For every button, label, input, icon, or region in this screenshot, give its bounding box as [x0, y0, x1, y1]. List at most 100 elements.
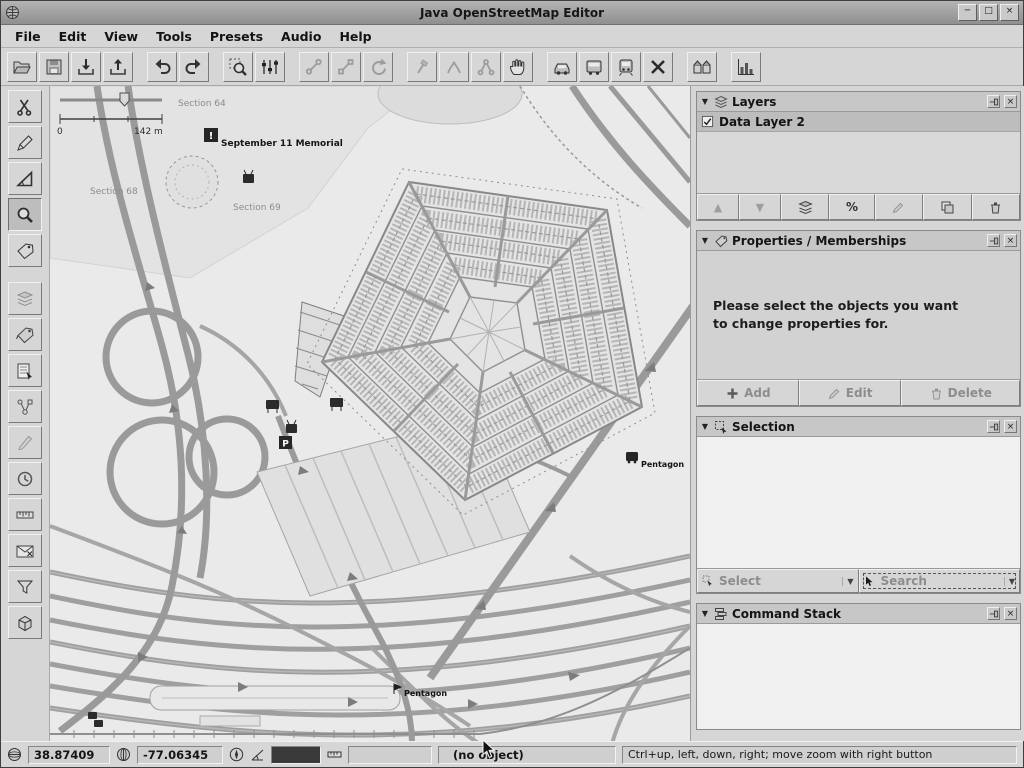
preferences-button[interactable] — [255, 52, 285, 82]
sticky-icon[interactable] — [987, 607, 1000, 620]
unglue-node-icon[interactable] — [299, 52, 329, 82]
distance-field — [348, 746, 432, 764]
longitude-field: -77.06345 — [137, 746, 223, 764]
layer-row[interactable]: Data Layer 2 — [697, 112, 1020, 132]
menu-bar: File Edit View Tools Presets Audio Help — [1, 25, 1023, 48]
sticky-icon[interactable] — [987, 234, 1000, 247]
menu-tools[interactable]: Tools — [148, 27, 200, 46]
redo-button[interactable] — [179, 52, 209, 82]
undo-button[interactable] — [147, 52, 177, 82]
zoom-tool-button[interactable] — [8, 198, 42, 231]
filter-dialog-button[interactable] — [8, 570, 42, 603]
duplicate-layer-button[interactable] — [923, 194, 971, 220]
search-dropdown-arrow[interactable]: ▼ — [1004, 577, 1015, 586]
menu-view[interactable]: View — [96, 27, 146, 46]
upload-data-button[interactable] — [103, 52, 133, 82]
selection-panel-header: ▼ Selection × — [697, 417, 1020, 437]
refresh-icon[interactable] — [363, 52, 393, 82]
add-button[interactable]: Add — [697, 380, 799, 406]
merge-layer-button[interactable] — [781, 194, 829, 220]
parking-marker: P — [279, 436, 292, 450]
collapse-icon[interactable]: ▼ — [700, 609, 710, 618]
edit-button[interactable]: Edit — [799, 380, 901, 406]
collapse-icon[interactable]: ▼ — [700, 97, 710, 106]
history-dialog-button[interactable] — [8, 462, 42, 495]
close-icon[interactable]: × — [1004, 234, 1017, 247]
draw-node-tool-button[interactable] — [8, 126, 42, 159]
measure-tool-button[interactable] — [8, 162, 42, 195]
selection-list[interactable] — [697, 437, 1020, 568]
minimize-button[interactable]: ─ — [958, 4, 977, 21]
split-way-icon[interactable] — [407, 52, 437, 82]
memorial-label: September 11 Memorial — [221, 139, 343, 149]
layer-down-button[interactable]: ▼ — [739, 194, 781, 220]
selection-panel: ▼ Selection × Select ▼ Search — [696, 416, 1021, 594]
command-stack-list[interactable] — [697, 624, 1020, 729]
rename-layer-button[interactable] — [875, 194, 923, 220]
histogram-tool-button[interactable] — [731, 52, 761, 82]
latitude-icon — [7, 747, 22, 762]
train-preset-button[interactable] — [611, 52, 641, 82]
selection-icon — [714, 420, 728, 434]
properties-panel-header: ▼ Properties / Memberships × — [697, 231, 1020, 251]
close-icon[interactable]: × — [1004, 420, 1017, 433]
properties-empty-message: Please select the objects you want to ch… — [713, 297, 975, 333]
delete-button[interactable]: Delete — [901, 380, 1020, 406]
pentagon-station-label: Pentagon — [404, 689, 447, 698]
select-dropdown-arrow[interactable]: ▼ — [842, 577, 853, 586]
menu-file[interactable]: File — [7, 27, 49, 46]
command-stack-header: ▼ Command Stack × — [697, 604, 1020, 624]
select-button[interactable]: Select ▼ — [697, 569, 859, 593]
properties-dialog-button[interactable] — [8, 318, 42, 351]
delete-layer-button[interactable] — [972, 194, 1020, 220]
layers-dialog-button[interactable] — [8, 282, 42, 315]
measurement-dialog-button[interactable] — [8, 498, 42, 531]
relations-dialog-button[interactable] — [8, 390, 42, 423]
menu-help[interactable]: Help — [331, 27, 379, 46]
layer-up-button[interactable]: ▲ — [697, 194, 739, 220]
terrace-building-button[interactable] — [687, 52, 717, 82]
collapse-icon[interactable]: ▼ — [700, 422, 710, 431]
svg-text:!: ! — [209, 131, 214, 142]
latitude-field: 38.87409 — [28, 746, 110, 764]
pan-hand-button[interactable] — [503, 52, 533, 82]
statusbar-help-text: Ctrl+up, left, down, right; move zoom wi… — [622, 746, 1017, 764]
merge-nodes-icon[interactable] — [331, 52, 361, 82]
angle-icon — [250, 747, 265, 762]
menu-presets[interactable]: Presets — [202, 27, 271, 46]
selection-dialog-button[interactable] — [8, 354, 42, 387]
layers-list: Data Layer 2 — [697, 112, 1020, 193]
sticky-icon[interactable] — [987, 420, 1000, 433]
open-file-button[interactable] — [7, 52, 37, 82]
delete-tag-tool-button[interactable] — [8, 234, 42, 267]
align-nodes-icon[interactable] — [471, 52, 501, 82]
save-button[interactable] — [39, 52, 69, 82]
layer-opacity-button[interactable]: % — [829, 194, 874, 220]
close-icon[interactable]: × — [1004, 607, 1017, 620]
close-button[interactable]: × — [1000, 4, 1019, 21]
command-stack-title: Command Stack — [732, 607, 983, 621]
collapse-icon[interactable]: ▼ — [700, 236, 710, 245]
scissors-tool-button[interactable] — [8, 90, 42, 123]
status-bar: 38.87409 -77.06345 (no object) Ctrl+up, … — [1, 741, 1023, 767]
combine-way-icon[interactable] — [439, 52, 469, 82]
longitude-icon — [116, 747, 131, 762]
close-icon[interactable]: × — [1004, 95, 1017, 108]
title-bar[interactable]: Java OpenStreetMap Editor ─ □ × — [1, 1, 1023, 25]
map-paint-dialog-button[interactable] — [8, 426, 42, 459]
scale-zero-label: 0 — [57, 127, 63, 137]
search-button[interactable]: Search ▼ — [859, 569, 1021, 593]
window-title: Java OpenStreetMap Editor — [1, 6, 1023, 20]
menu-audio[interactable]: Audio — [273, 27, 329, 46]
changeset-dialog-button[interactable] — [8, 606, 42, 639]
maximize-button[interactable]: □ — [979, 4, 998, 21]
menu-edit[interactable]: Edit — [51, 27, 95, 46]
sticky-icon[interactable] — [987, 95, 1000, 108]
bus-preset-button[interactable] — [579, 52, 609, 82]
delete-mode-button[interactable] — [643, 52, 673, 82]
map-canvas[interactable]: 0 142 m Section 64 Section 68 Section 69… — [50, 86, 690, 741]
conflict-dialog-button[interactable] — [8, 534, 42, 567]
download-data-button[interactable] — [71, 52, 101, 82]
zoom-to-selection-button[interactable] — [223, 52, 253, 82]
car-preset-button[interactable] — [547, 52, 577, 82]
